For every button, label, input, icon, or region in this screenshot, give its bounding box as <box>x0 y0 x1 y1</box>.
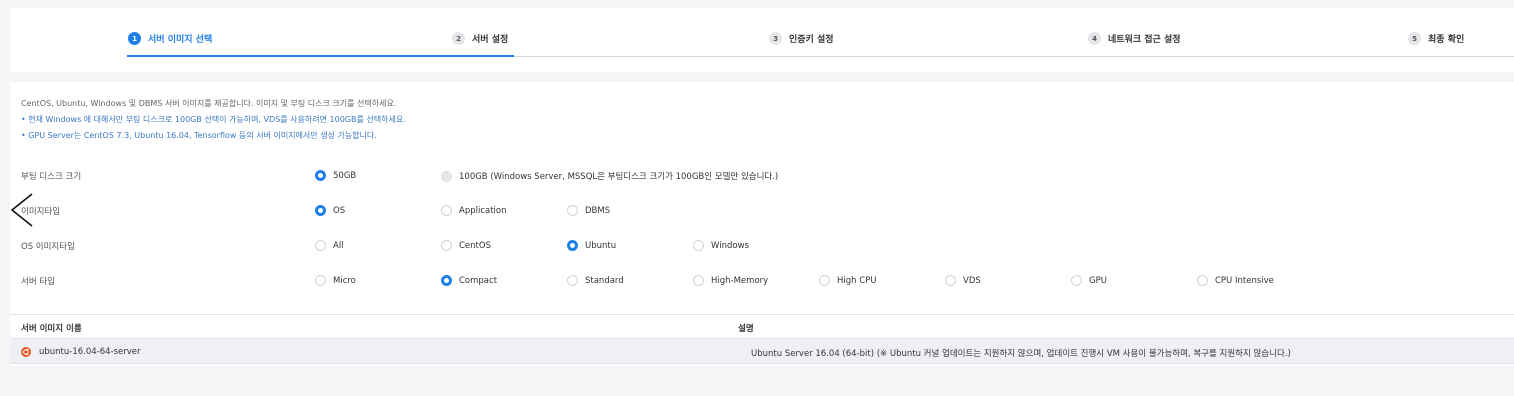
step-label: 최종 확인 <box>1428 35 1465 45</box>
step-progress-active <box>127 55 514 57</box>
radio-50gb[interactable]: 50GB <box>315 170 356 181</box>
radio-circle[interactable] <box>1197 275 1208 286</box>
boot-disk-label: 부팅 디스크 크기 <box>21 172 82 182</box>
radio-circle[interactable] <box>441 205 452 216</box>
notes: CentOS, Ubuntu, Windows 및 DBMS 서버 이미지를 제… <box>21 96 406 144</box>
ubuntu-icon <box>21 347 31 357</box>
radio-windows[interactable]: Windows <box>693 240 749 251</box>
radio-circle[interactable] <box>1071 275 1082 286</box>
radio-high-memory[interactable]: High-Memory <box>693 275 768 286</box>
step-label: 서버 설정 <box>472 35 509 45</box>
radio-circle[interactable] <box>441 240 452 251</box>
server-type-row: 서버 타입 Micro Compact Standard High-Memory… <box>10 271 1514 291</box>
image-description-cell: Ubuntu Server 16.04 (64-bit) (※ Ubuntu 커… <box>751 349 1291 359</box>
step-2[interactable]: 2 서버 설정 <box>452 32 508 45</box>
radio-circle[interactable] <box>315 275 326 286</box>
table-row[interactable]: ubuntu-16.04-64-server Ubuntu Server 16.… <box>10 338 1514 364</box>
step-number: 1 <box>128 32 141 45</box>
column-header-description: 설명 <box>738 324 754 334</box>
radio-label: Ubuntu <box>585 240 617 251</box>
step-label: 네트워크 접근 설정 <box>1108 35 1181 45</box>
radio-os[interactable]: OS <box>315 205 345 216</box>
radio-micro[interactable]: Micro <box>315 275 356 286</box>
radio-circle[interactable] <box>315 240 326 251</box>
image-type-row: 이미지타입 OS Application DBMS <box>10 201 1514 221</box>
radio-circle[interactable] <box>315 170 326 181</box>
radio-label: GPU <box>1089 275 1107 286</box>
step-3[interactable]: 3 인증키 설정 <box>769 32 834 45</box>
radio-circle[interactable] <box>315 205 326 216</box>
radio-label: Micro <box>333 275 356 286</box>
step-number: 3 <box>769 32 782 45</box>
radio-ubuntu[interactable]: Ubuntu <box>567 240 616 251</box>
step-indicator: 1 서버 이미지 선택 2 서버 설정 3 인증키 설정 4 네트워크 접근 설… <box>10 8 1514 72</box>
radio-standard[interactable]: Standard <box>567 275 624 286</box>
note-bullet-gpu: • GPU Server는 CentOS 7.3, Ubuntu 16.04, … <box>21 131 377 140</box>
step-label: 인증키 설정 <box>789 35 834 45</box>
radio-label: CPU Intensive <box>1215 275 1274 286</box>
radio-circle[interactable] <box>441 170 452 182</box>
note-main: CentOS, Ubuntu, Windows 및 DBMS 서버 이미지를 제… <box>21 99 397 108</box>
radio-gpu[interactable]: GPU <box>1071 275 1107 286</box>
radio-high-cpu[interactable]: High CPU <box>819 275 877 286</box>
radio-circle[interactable] <box>567 275 578 286</box>
radio-circle[interactable] <box>945 275 956 286</box>
step-5[interactable]: 5 최종 확인 <box>1408 32 1464 45</box>
back-arrow-icon[interactable] <box>8 190 38 230</box>
table-header: 서버 이미지 이름 설명 <box>10 314 1514 338</box>
radio-circle[interactable] <box>567 240 578 251</box>
radio-label: OS <box>333 205 346 216</box>
column-header-image-name: 서버 이미지 이름 <box>21 324 82 334</box>
radio-circle[interactable] <box>693 275 704 286</box>
radio-application[interactable]: Application <box>441 205 507 216</box>
radio-label: Windows <box>711 240 749 251</box>
step-label: 서버 이미지 선택 <box>148 35 213 45</box>
radio-label: 100GB (Windows Server, MSSQL은 부팅디스크 크기가 … <box>459 172 779 182</box>
radio-label: VDS <box>963 275 981 286</box>
radio-circle[interactable] <box>441 275 452 286</box>
radio-all[interactable]: All <box>315 240 344 251</box>
radio-label: All <box>333 240 344 251</box>
step-number: 5 <box>1408 32 1421 45</box>
radio-circle[interactable] <box>567 205 578 216</box>
image-name-cell: ubuntu-16.04-64-server <box>39 347 141 357</box>
radio-circle[interactable] <box>693 240 704 251</box>
radio-centos[interactable]: CentOS <box>441 240 491 251</box>
radio-circle[interactable] <box>819 275 830 286</box>
radio-label: Standard <box>585 275 624 286</box>
radio-cpu-intensive[interactable]: CPU Intensive <box>1197 275 1274 286</box>
image-selection-panel: CentOS, Ubuntu, Windows 및 DBMS 서버 이미지를 제… <box>10 82 1514 366</box>
step-1[interactable]: 1 서버 이미지 선택 <box>128 32 212 45</box>
radio-label: DBMS <box>585 205 611 216</box>
radio-compact[interactable]: Compact <box>441 275 497 286</box>
os-image-type-row: OS 이미지타입 All CentOS Ubuntu Windows <box>10 236 1514 256</box>
step-4[interactable]: 4 네트워크 접근 설정 <box>1088 32 1181 45</box>
page: 1 서버 이미지 선택 2 서버 설정 3 인증키 설정 4 네트워크 접근 설… <box>0 0 1514 396</box>
os-image-type-label: OS 이미지타입 <box>21 242 75 252</box>
radio-label: 50GB <box>333 170 357 181</box>
radio-vds[interactable]: VDS <box>945 275 981 286</box>
radio-100gb[interactable]: 100GB (Windows Server, MSSQL은 부팅디스크 크기가 … <box>441 170 778 182</box>
note-bullet-windows: • 현재 Windows 에 대해서만 부팅 디스크로 100GB 선택이 가능… <box>21 115 406 124</box>
radio-label: CentOS <box>459 240 491 251</box>
server-type-label: 서버 타입 <box>21 277 55 287</box>
radio-label: High CPU <box>837 275 877 286</box>
radio-label: High-Memory <box>711 275 769 286</box>
step-number: 4 <box>1088 32 1101 45</box>
boot-disk-row: 부팅 디스크 크기 50GB 100GB (Windows Server, MS… <box>10 166 1514 186</box>
radio-dbms[interactable]: DBMS <box>567 205 610 216</box>
step-number: 2 <box>452 32 465 45</box>
radio-label: Compact <box>459 275 498 286</box>
radio-label: Application <box>459 205 507 216</box>
